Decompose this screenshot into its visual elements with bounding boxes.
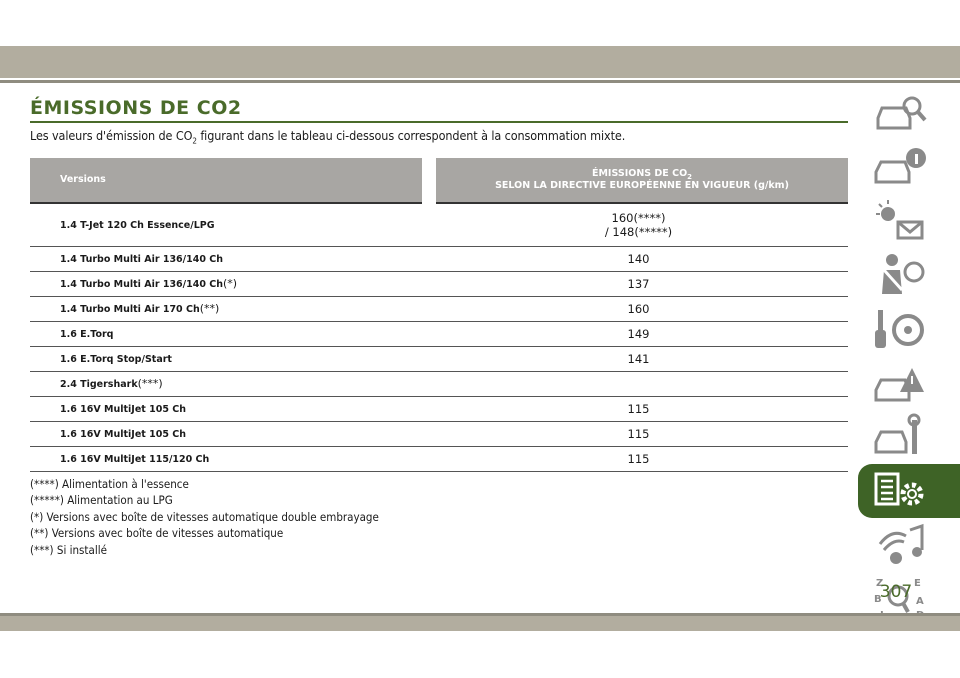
intro-text-before: Les valeurs d'émission de CO — [30, 128, 193, 143]
footer-band — [0, 613, 960, 631]
row-version-note: (**) — [199, 302, 220, 315]
row-emission: 160(****)/ 148(*****) — [429, 202, 848, 247]
key-steering-wheel-icon — [875, 310, 924, 348]
row-emission-value: 115 — [627, 401, 650, 416]
row-version-label: 1.6 E.Torq Stop/Start — [60, 354, 172, 365]
page-number: 307 — [879, 582, 913, 602]
tab-warning-lights[interactable] — [858, 194, 960, 248]
row-emission — [429, 371, 848, 397]
section-title: ÉMISSIONS DE CO2 — [30, 97, 242, 119]
row-emission-value: 115 — [627, 451, 650, 466]
row-emission: 141 — [429, 346, 848, 372]
tab-servicing[interactable] — [858, 410, 960, 464]
row-version-label: 1.4 T-Jet 120 Ch Essence/LPG — [60, 220, 215, 231]
table-row: 1.4 Turbo Multi Air 136/140 Ch 140 — [30, 246, 848, 272]
row-emission: 160 — [429, 296, 848, 322]
table-header-row: Versions ÉMISSIONS DE CO2 SELON LA DIREC… — [30, 157, 848, 203]
table-row: 1.6 16V MultiJet 115/120 Ch 115 — [30, 446, 848, 472]
header-emissions-line1: ÉMISSIONS DE CO — [591, 167, 688, 179]
car-info-icon — [874, 148, 926, 184]
row-version-label: 2.4 Tigershark — [60, 379, 138, 390]
row-version: 2.4 Tigershark(***) — [30, 371, 429, 397]
tab-multimedia[interactable] — [858, 518, 960, 572]
multimedia-icon — [878, 523, 924, 564]
row-emission: 115 — [429, 396, 848, 422]
footnotes: (****) Alimentation à l'essence (*****) A… — [30, 476, 848, 559]
row-version-label: 1.6 E.Torq — [60, 329, 114, 340]
row-emission-value: 160(****) — [611, 210, 666, 225]
row-version: 1.6 16V MultiJet 115/120 Ch — [30, 446, 429, 472]
row-emission-value: 137 — [627, 276, 650, 291]
row-version: 1.6 16V MultiJet 105 Ch — [30, 421, 429, 447]
row-version: 1.4 Turbo Multi Air 136/140 Ch — [30, 246, 429, 272]
row-version-label: 1.4 Turbo Multi Air 136/140 Ch — [60, 279, 224, 290]
table-row: 1.6 16V MultiJet 105 Ch 115 — [30, 421, 848, 447]
tab-starting-driving[interactable] — [858, 302, 960, 356]
row-emission-value: 149 — [627, 326, 650, 341]
title-rule — [30, 121, 848, 123]
header-rule — [0, 80, 960, 83]
tab-emergency[interactable] — [858, 356, 960, 410]
footnote: (****) Alimentation à l'essence — [30, 476, 189, 491]
footnote: (***) Si installé — [30, 542, 107, 557]
airbag-seatbelt-icon — [882, 254, 925, 294]
row-emission: 140 — [429, 246, 848, 272]
chapter-sidebar: ZEBAID — [858, 86, 960, 621]
row-version: 1.4 Turbo Multi Air 136/140 Ch(*) — [30, 271, 429, 297]
row-emission-value-2: / 148(*****) — [604, 224, 673, 239]
row-version: 1.6 E.Torq — [30, 321, 429, 347]
car-wrench-icon — [874, 413, 921, 454]
row-version-label: 1.6 16V MultiJet 115/120 Ch — [60, 454, 210, 465]
row-version-label: 1.4 Turbo Multi Air 136/140 Ch — [60, 254, 224, 265]
intro-paragraph: Les valeurs d'émission de CO2 figurant d… — [30, 128, 848, 146]
row-emission-value: 140 — [627, 251, 650, 266]
table-row: 1.6 16V MultiJet 105 Ch 115 — [30, 396, 848, 422]
header-emissions-line2: SELON LA DIRECTIVE EUROPÉENNE EN VIGUEUR… — [495, 180, 789, 192]
car-warning-icon — [874, 368, 924, 402]
row-version-label: 1.6 16V MultiJet 105 Ch — [60, 429, 186, 440]
main-content: ÉMISSIONS DE CO2 Les valeurs d'émission … — [30, 96, 848, 558]
car-search-icon — [876, 96, 927, 130]
top-margin — [0, 0, 960, 46]
tab-car-search[interactable] — [858, 86, 960, 140]
row-emission: 115 — [429, 446, 848, 472]
intro-text-after: figurant dans le tableau ci-dessous corr… — [200, 128, 626, 143]
table-row: 1.4 T-Jet 120 Ch Essence/LPG 160(****)/ 1… — [30, 202, 848, 247]
table-row: 1.4 Turbo Multi Air 136/140 Ch(*) 137 — [30, 271, 848, 297]
row-emission-value: 115 — [627, 426, 650, 441]
tab-safety[interactable] — [858, 248, 960, 302]
footnote: (**) Versions avec boîte de vitesses aut… — [30, 526, 284, 540]
row-emission: 137 — [429, 271, 848, 297]
row-version: 1.6 E.Torq Stop/Start — [30, 346, 429, 372]
warning-light-message-icon — [876, 200, 924, 240]
row-version-label: 1.4 Turbo Multi Air 170 Ch — [60, 304, 200, 315]
table-row: 1.6 E.Torq Stop/Start 141 — [30, 346, 848, 372]
row-version-note: (*) — [223, 277, 238, 290]
header-versions: Versions — [30, 157, 436, 203]
row-emission-value: 141 — [627, 351, 650, 366]
row-version: 1.4 T-Jet 120 Ch Essence/LPG — [30, 202, 429, 247]
specs-gear-icon — [874, 472, 924, 506]
emissions-table: Versions ÉMISSIONS DE CO2 SELON LA DIREC… — [30, 157, 848, 472]
table-row: 1.4 Turbo Multi Air 170 Ch(**) 160 — [30, 296, 848, 322]
row-version: 1.4 Turbo Multi Air 170 Ch(**) — [30, 296, 429, 322]
header-band — [0, 46, 960, 78]
table-row: 1.6 E.Torq 149 — [30, 321, 848, 347]
row-version: 1.6 16V MultiJet 105 Ch — [30, 396, 429, 422]
footnote: (*****) Alimentation au LPG — [30, 493, 173, 507]
intro-subscript: 2 — [192, 136, 197, 146]
header-emissions: ÉMISSIONS DE CO2 SELON LA DIRECTIVE EURO… — [429, 157, 848, 203]
tab-car-info[interactable] — [858, 140, 960, 194]
row-version-note: (***) — [137, 377, 163, 390]
row-emission: 115 — [429, 421, 848, 447]
row-emission-value: 160 — [627, 301, 650, 316]
row-version-label: 1.6 16V MultiJet 105 Ch — [60, 404, 186, 415]
tab-technical-specifications[interactable] — [858, 464, 960, 518]
footnote: (*) Versions avec boîte de vitesses auto… — [30, 509, 379, 524]
row-emission: 149 — [429, 321, 848, 347]
table-row: 2.4 Tigershark(***) — [30, 371, 848, 397]
